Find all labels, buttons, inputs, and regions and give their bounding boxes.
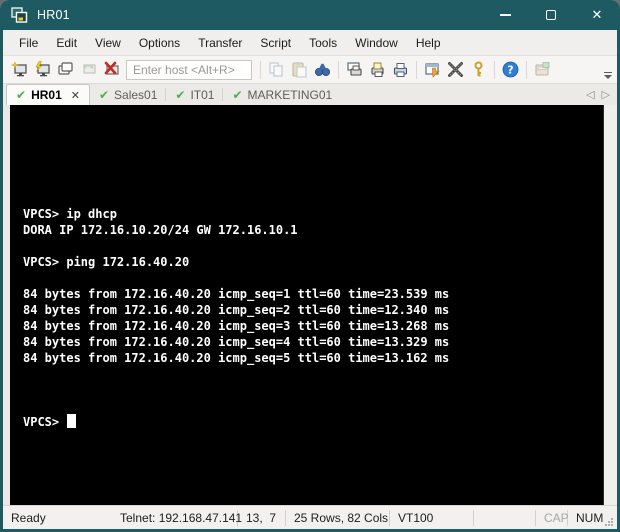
title-bar: HR01 ✕	[0, 0, 620, 30]
app-window: HR01 ✕ File Edit View Options Transfer S…	[0, 0, 620, 532]
tab-sales01[interactable]: ✔ Sales01	[90, 84, 167, 105]
toolbar-separator	[416, 60, 417, 79]
tab-marketing01[interactable]: ✔ MARKETING01	[223, 84, 341, 105]
session-options-icon[interactable]	[421, 58, 444, 81]
status-caps-lock: CAP	[536, 509, 569, 526]
terminal-left-margin	[3, 105, 10, 505]
terminal-line: VPCS> ping 172.16.40.20	[23, 255, 190, 269]
terminal-line: 84 bytes from 172.16.40.20 icmp_seq=3 tt…	[23, 319, 450, 333]
terminal-cursor	[67, 414, 77, 428]
tab-close-icon[interactable]: ✕	[71, 89, 80, 102]
terminal-line: 84 bytes from 172.16.40.20 icmp_seq=1 tt…	[23, 287, 450, 301]
minimize-icon	[499, 14, 511, 16]
status-connection: Telnet: 192.168.47.141	[112, 509, 242, 526]
connected-icon: ✔	[232, 87, 243, 102]
help-icon[interactable]: ?	[499, 58, 522, 81]
terminal-line: 84 bytes from 172.16.40.20 icmp_seq=5 tt…	[23, 351, 450, 365]
svg-text:?: ?	[507, 64, 513, 77]
find-icon[interactable]	[311, 58, 334, 81]
status-screen-size: 25 Rows, 82 Cols	[286, 509, 390, 526]
session-tab-bar: ✔ HR01 ✕ ✔ Sales01 ✔ IT01 ✔ MARKETING01 …	[3, 83, 617, 105]
tab-it01[interactable]: ✔ IT01	[166, 84, 224, 105]
menu-view[interactable]: View	[86, 33, 130, 53]
terminal-screen[interactable]: VPCS> ip dhcp DORA IP 172.16.10.20/24 GW …	[10, 105, 603, 505]
print-icon[interactable]	[389, 58, 412, 81]
connect-in-tab-icon[interactable]	[54, 58, 77, 81]
menu-bar: File Edit View Options Transfer Script T…	[3, 30, 617, 55]
terminal-area: VPCS> ip dhcp DORA IP 172.16.10.20/24 GW …	[3, 105, 617, 505]
quick-connect-icon[interactable]	[31, 58, 54, 81]
status-cursor-position: 13, 7	[238, 509, 286, 526]
menu-script[interactable]: Script	[251, 33, 300, 53]
toolbar-separator	[260, 60, 261, 79]
window-title: HR01	[37, 8, 70, 22]
tab-label: MARKETING01	[247, 87, 333, 102]
host-input[interactable]	[126, 59, 252, 80]
status-bar: Ready Telnet: 192.168.47.141 13, 7 25 Ro…	[3, 505, 617, 529]
status-num-lock: NUM	[576, 510, 604, 525]
terminal-line: DORA IP 172.16.10.20/24 GW 172.16.10.1	[23, 223, 298, 237]
menu-file[interactable]: File	[10, 33, 47, 53]
resize-grip[interactable]	[602, 506, 617, 530]
connected-icon: ✔	[175, 87, 186, 102]
tab-label: HR01	[31, 88, 62, 102]
status-ready: Ready	[11, 510, 46, 525]
connected-icon: ✔	[16, 88, 27, 102]
close-icon: ✕	[591, 7, 603, 23]
terminal-scrollbar[interactable]	[603, 105, 617, 505]
toolbar-overflow-button[interactable]	[601, 71, 615, 84]
status-emulation: VT100	[390, 509, 474, 526]
menu-edit[interactable]: Edit	[47, 33, 86, 53]
key-agent-icon[interactable]	[467, 58, 490, 81]
menu-tools[interactable]: Tools	[300, 33, 346, 53]
toolbar: ?	[3, 55, 617, 83]
copy-icon[interactable]	[265, 58, 288, 81]
toolbar-separator	[338, 60, 339, 79]
minimize-button[interactable]	[482, 0, 528, 30]
disconnect-icon[interactable]	[100, 58, 123, 81]
connected-icon: ✔	[98, 87, 110, 102]
maximize-button[interactable]	[528, 0, 574, 30]
toolbar-separator	[526, 60, 527, 79]
terminal-line: 84 bytes from 172.16.40.20 icmp_seq=2 tt…	[23, 303, 450, 317]
menu-help[interactable]: Help	[407, 33, 450, 53]
tab-label: IT01	[190, 87, 215, 102]
connect-icon[interactable]	[8, 58, 31, 81]
paste-icon[interactable]	[288, 58, 311, 81]
tab-scroll-right-icon[interactable]: ▷	[602, 88, 610, 101]
print-screen-icon[interactable]	[343, 58, 366, 81]
terminal-line: 84 bytes from 172.16.40.20 icmp_seq=4 tt…	[23, 335, 450, 349]
status-spacer	[474, 509, 536, 526]
menu-transfer[interactable]: Transfer	[189, 33, 251, 53]
tab-label: Sales01	[114, 87, 158, 102]
reconnect-icon[interactable]	[77, 58, 100, 81]
terminal-output: VPCS> ip dhcp DORA IP 172.16.10.20/24 GW …	[23, 142, 603, 382]
app-icon	[11, 6, 28, 24]
terminal-prompt-line: VPCS>	[23, 414, 603, 430]
terminal-line: VPCS> ip dhcp	[23, 207, 117, 221]
menu-options[interactable]: Options	[130, 33, 189, 53]
maximize-icon	[546, 10, 556, 20]
close-button[interactable]: ✕	[574, 0, 620, 30]
terminal-prompt: VPCS>	[23, 415, 67, 429]
securefx-icon[interactable]	[531, 58, 554, 81]
tab-hr01[interactable]: ✔ HR01 ✕	[6, 84, 90, 105]
toolbar-separator	[494, 60, 495, 79]
menu-window[interactable]: Window	[346, 33, 407, 53]
global-options-icon[interactable]	[444, 58, 467, 81]
tab-scroll-left-icon[interactable]: ◁	[586, 88, 594, 101]
print-selection-icon[interactable]	[366, 58, 389, 81]
